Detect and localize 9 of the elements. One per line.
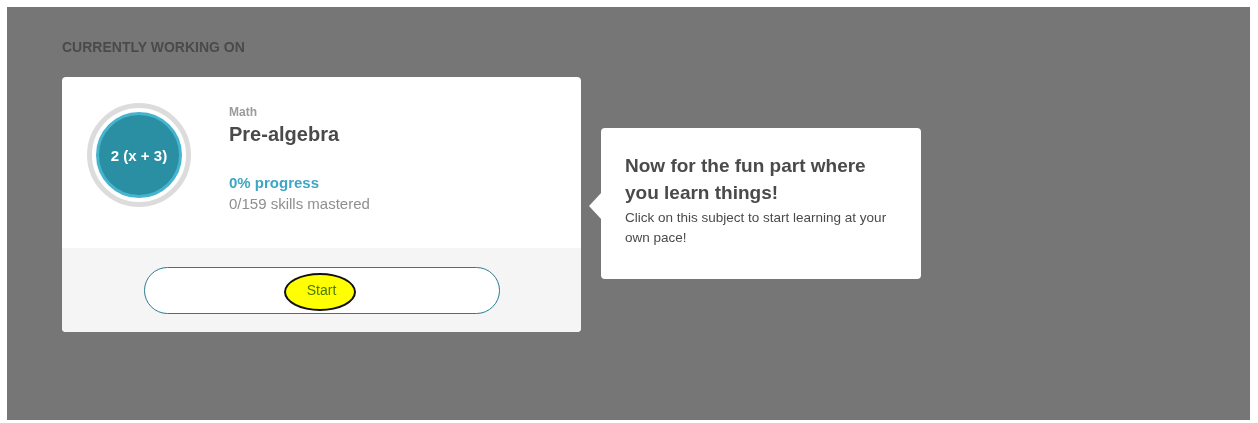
start-button[interactable]: Start: [143, 266, 500, 314]
subject-label: Math: [229, 105, 258, 119]
progress-text: 0% progress: [229, 174, 321, 191]
course-card[interactable]: 2 (x + 3) Math Pre-algebra 0% progress 0/159 skills mastered Start: [62, 77, 581, 332]
tooltip-title: Now for the fun part where you learn things!: [625, 154, 867, 205]
course-title: Pre-algebra: [229, 123, 341, 146]
tooltip-text: Click on this subject to start learning at your own pace!: [625, 209, 888, 248]
skills-count: 0/159 skills mastered: [229, 195, 370, 212]
course-icon: 2 (x + 3): [96, 112, 182, 198]
